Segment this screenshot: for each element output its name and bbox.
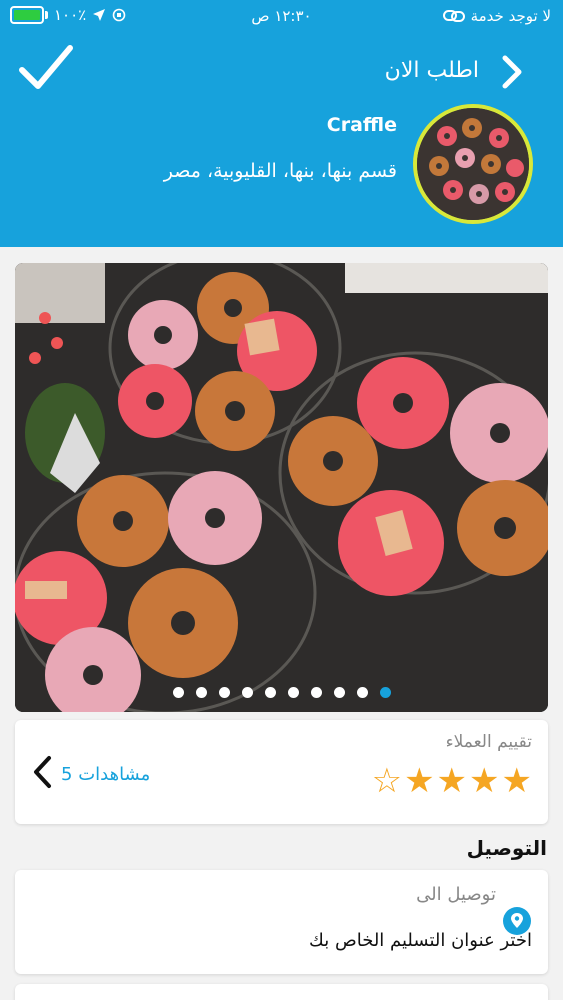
store-avatar[interactable] [413, 104, 533, 224]
star-empty-icon: ☆ [371, 761, 403, 801]
pagination-dot[interactable] [195, 687, 207, 698]
pagination-dot-active[interactable] [379, 687, 391, 698]
star-filled-icon: ★ [436, 761, 468, 801]
pagination-dot[interactable] [333, 687, 345, 698]
rotation-lock-icon [112, 8, 126, 22]
views-count: 5 مشاهدات [61, 764, 151, 785]
photo-pagination-dots[interactable] [15, 687, 548, 698]
location-arrow-icon [93, 9, 106, 21]
product-photo[interactable] [15, 263, 548, 712]
pagination-dot[interactable] [172, 687, 184, 698]
store-location: قسم بنها، بنها، القليوبية، مصر [163, 160, 397, 182]
battery-percent: ١٠٠٪ [54, 6, 87, 24]
delivery-address-prompt: اختر عنوان التسليم الخاص بك [309, 930, 532, 951]
pagination-dot[interactable] [356, 687, 368, 698]
rating-card[interactable]: تقييم العملاء ★ ★ ★ ★ ☆ 5 مشاهدات [15, 720, 548, 824]
donuts-photo-image [15, 263, 548, 712]
donuts-thumbnail-image [417, 108, 529, 220]
pagination-dot[interactable] [287, 687, 299, 698]
rating-stars: ★ ★ ★ ★ ☆ [372, 764, 532, 798]
pagination-dot[interactable] [218, 687, 230, 698]
rating-title: تقييم العملاء [445, 732, 532, 752]
status-bar: لا توجد خدمة ١٢:٣٠ ص ١٠٠٪ [0, 0, 563, 34]
header-bar: لا توجد خدمة ١٢:٣٠ ص ١٠٠٪ اطلب الان Craf… [0, 0, 563, 247]
pagination-dot[interactable] [264, 687, 276, 698]
store-name: Craffle [326, 114, 397, 136]
pagination-dot[interactable] [310, 687, 322, 698]
next-card [15, 984, 548, 1000]
pagination-dot[interactable] [241, 687, 253, 698]
star-filled-icon: ★ [469, 761, 500, 801]
delivery-section-title: التوصيل [466, 836, 547, 860]
confirm-check-icon[interactable] [18, 42, 74, 94]
delivery-address-card[interactable]: توصيل الى اختر عنوان التسليم الخاص بك [15, 870, 548, 974]
battery-icon [10, 6, 44, 24]
star-filled-icon: ★ [404, 761, 435, 801]
back-chevron-icon[interactable] [499, 54, 525, 90]
star-filled-icon: ★ [501, 761, 532, 801]
order-now-title: اطلب الان [384, 58, 479, 83]
chevron-left-icon[interactable] [31, 754, 53, 790]
delivery-to-label: توصيل الى [416, 884, 496, 905]
status-battery-group: ١٠٠٪ [10, 6, 126, 24]
